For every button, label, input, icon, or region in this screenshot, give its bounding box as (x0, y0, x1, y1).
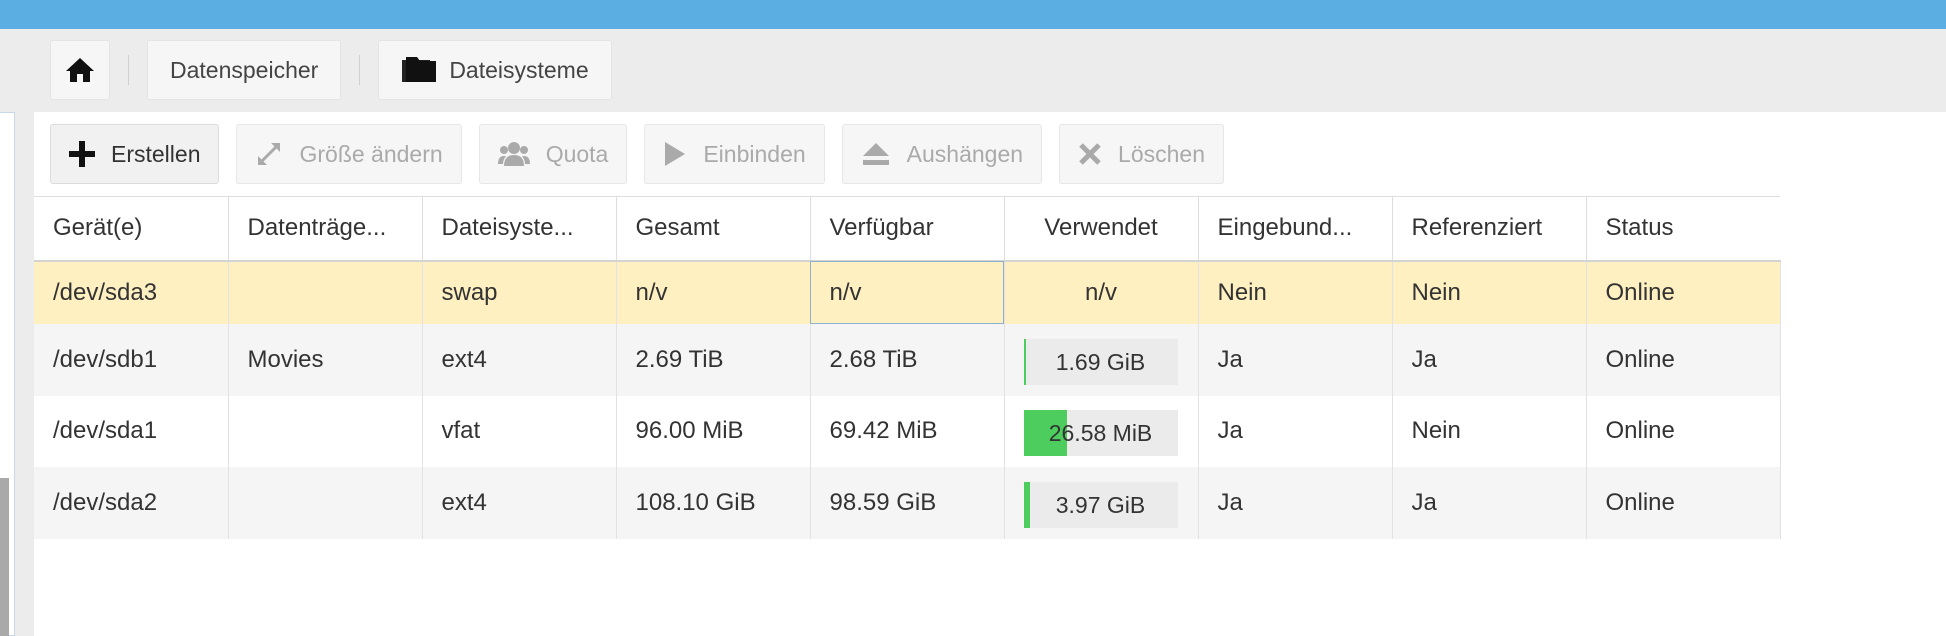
left-scrollbar[interactable] (0, 478, 9, 636)
resize-button-label: Größe ändern (299, 140, 443, 167)
cell-device: /dev/sda1 (34, 395, 229, 467)
cell-status: Online (1586, 260, 1781, 324)
cell-used: 26.58 MiB (1004, 395, 1199, 467)
play-icon (663, 140, 687, 168)
table-row[interactable]: /dev/sda2 ext4 108.10 GiB 98.59 GiB 3.97… (34, 466, 1781, 539)
column-header-label[interactable]: Datenträge... (228, 196, 423, 262)
eject-icon (861, 141, 891, 167)
cell-filesystem: vfat (422, 395, 617, 467)
cell-available: 69.42 MiB (810, 395, 1005, 467)
unmount-button[interactable]: Aushängen (841, 124, 1043, 184)
column-header-device[interactable]: Gerät(e) (34, 196, 229, 262)
cell-referenced: Ja (1392, 466, 1587, 539)
cell-used: 3.97 GiB (1004, 466, 1199, 539)
cell-referenced: Nein (1392, 395, 1587, 467)
table-row[interactable]: /dev/sda3 swap n/v n/v n/v Nein Nein Onl… (34, 260, 1781, 324)
delete-button[interactable]: Löschen (1059, 124, 1225, 184)
usage-bar: 1.69 GiB (1023, 338, 1178, 385)
resize-icon (255, 140, 283, 168)
cell-total: 2.69 TiB (616, 323, 811, 396)
home-icon (65, 56, 95, 84)
breadcrumb-home[interactable] (50, 40, 110, 100)
cell-filesystem: ext4 (422, 466, 617, 539)
usage-bar-label: 1.69 GiB (1055, 348, 1146, 375)
quota-button[interactable]: Quota (478, 124, 628, 184)
breadcrumb-separator (128, 55, 129, 85)
table-header: Gerät(e) Datenträge... Dateisyste... Ges… (34, 196, 1780, 262)
cell-used: 1.69 GiB (1004, 323, 1199, 396)
column-header-mounted[interactable]: Eingebund... (1198, 196, 1393, 262)
column-header-status[interactable]: Status (1586, 196, 1780, 262)
cell-total: 108.10 GiB (616, 466, 811, 539)
cell-mounted: Ja (1198, 466, 1393, 539)
cell-referenced: Nein (1392, 260, 1587, 324)
column-header-referenced[interactable]: Referenziert (1392, 196, 1587, 262)
cell-referenced: Ja (1392, 323, 1587, 396)
table-row[interactable]: /dev/sda1 vfat 96.00 MiB 69.42 MiB 26.58… (34, 395, 1781, 467)
toolbar: Erstellen Größe ändern Quota Einbinden A… (34, 112, 1946, 196)
cell-available: n/v (810, 260, 1005, 324)
usage-bar: 3.97 GiB (1023, 481, 1178, 528)
cell-total: 96.00 MiB (616, 395, 811, 467)
column-header-used[interactable]: Verwendet (1004, 196, 1199, 262)
cell-label (228, 395, 423, 467)
cell-mounted: Ja (1198, 323, 1393, 396)
x-icon (1078, 142, 1102, 166)
cell-label: Movies (228, 323, 423, 396)
cell-device: /dev/sda2 (34, 466, 229, 539)
usage-bar-label: 3.97 GiB (1055, 491, 1146, 518)
breadcrumb-dateisysteme[interactable]: Dateisysteme (378, 40, 612, 100)
cell-device: /dev/sdb1 (34, 323, 229, 396)
folder-icon (401, 55, 437, 85)
quota-button-label: Quota (545, 140, 609, 167)
cell-available: 2.68 TiB (810, 323, 1005, 396)
cell-used: n/v (1004, 260, 1199, 324)
mount-button[interactable]: Einbinden (644, 124, 825, 184)
cell-filesystem: ext4 (422, 323, 617, 396)
mount-button-label: Einbinden (703, 140, 806, 167)
top-bar (0, 0, 1946, 29)
breadcrumb-datenspeicher[interactable]: Datenspeicher (147, 40, 342, 100)
breadcrumb-separator (359, 55, 361, 85)
cell-label (228, 260, 423, 324)
cell-available: 98.59 GiB (810, 466, 1005, 539)
usage-bar: 26.58 MiB (1023, 410, 1178, 456)
cell-filesystem: swap (422, 260, 617, 324)
cell-mounted: Ja (1198, 395, 1393, 467)
column-header-available[interactable]: Verfügbar (810, 196, 1005, 262)
cell-total: n/v (616, 260, 811, 324)
table-row[interactable]: /dev/sdb1 Movies ext4 2.69 TiB 2.68 TiB … (34, 323, 1781, 396)
cell-status: Online (1586, 466, 1781, 539)
create-button-label: Erstellen (111, 140, 201, 167)
resize-button[interactable]: Größe ändern (236, 124, 462, 184)
column-header-total[interactable]: Gesamt (616, 196, 811, 262)
create-button[interactable]: Erstellen (50, 124, 220, 184)
unmount-button-label: Aushängen (906, 140, 1024, 167)
cell-label (228, 466, 423, 539)
cell-device: /dev/sda3 (34, 260, 229, 324)
usage-bar-label: 26.58 MiB (1048, 420, 1153, 446)
cell-status: Online (1586, 395, 1781, 467)
users-icon (497, 140, 530, 168)
breadcrumb-label: Datenspeicher (170, 56, 319, 83)
cell-status: Online (1586, 323, 1781, 396)
cell-mounted: Nein (1198, 260, 1393, 324)
plus-icon (69, 141, 95, 167)
breadcrumb-label: Dateisysteme (449, 56, 589, 83)
breadcrumb: Datenspeicher Dateisysteme (50, 40, 612, 100)
filesystems-table: Gerät(e) Datenträge... Dateisyste... Ges… (34, 196, 1781, 539)
delete-button-label: Löschen (1118, 140, 1206, 167)
main-panel: Erstellen Größe ändern Quota Einbinden A… (34, 112, 1946, 636)
column-header-filesystem[interactable]: Dateisyste... (422, 196, 617, 262)
